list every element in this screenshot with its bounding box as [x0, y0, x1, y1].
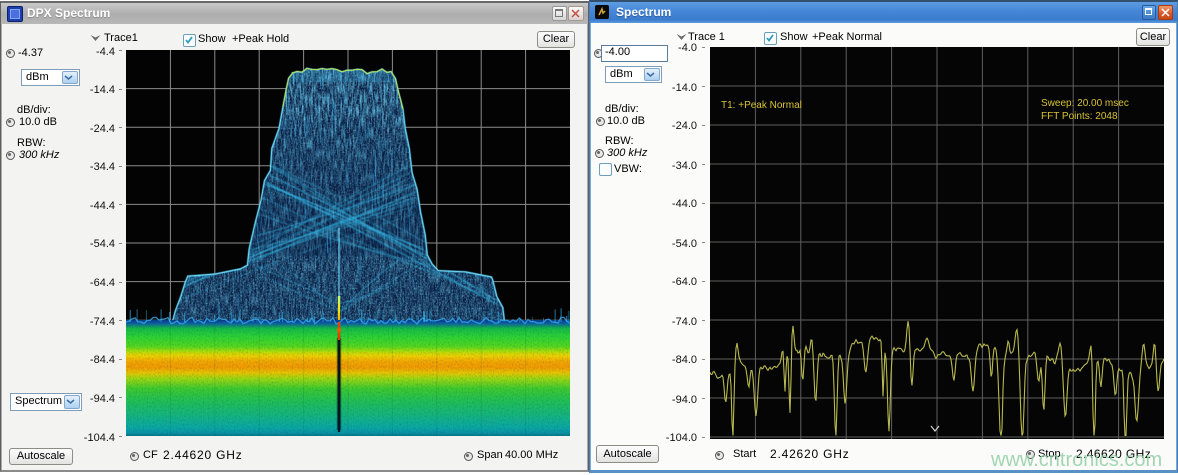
svg-text:FFT Points: 2048: FFT Points: 2048: [1041, 111, 1118, 122]
svg-text:T1: +Peak Normal: T1: +Peak Normal: [721, 100, 802, 111]
svg-text:Sweep: 20.00 msec: Sweep: 20.00 msec: [1041, 98, 1129, 109]
